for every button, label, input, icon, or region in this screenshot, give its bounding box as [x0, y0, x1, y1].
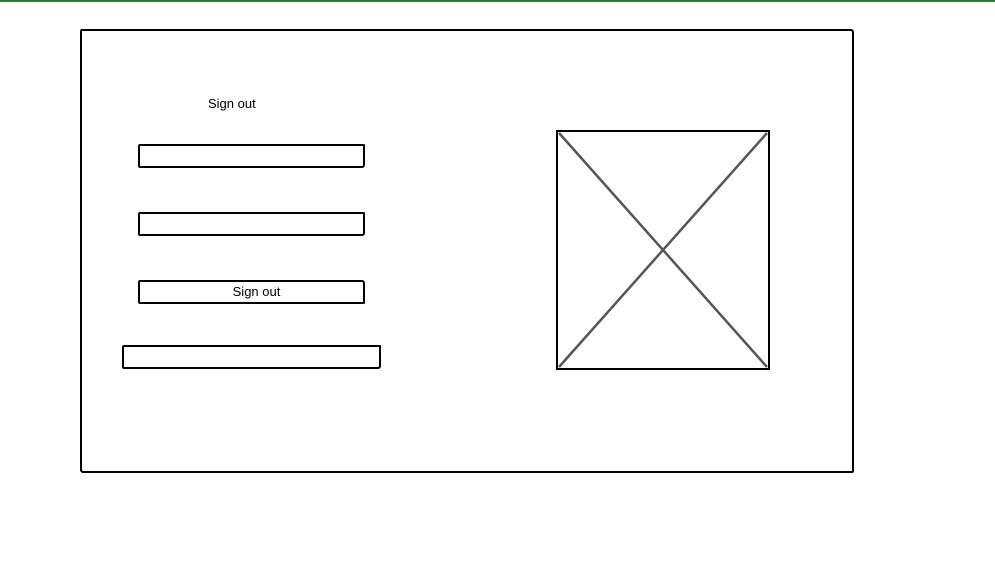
form-field-2[interactable]	[138, 212, 365, 236]
sign-out-button[interactable]: Sign out	[138, 280, 365, 304]
form-field-3[interactable]	[122, 345, 381, 369]
page: Sign out Sign out	[0, 0, 995, 577]
page-title: Sign out	[208, 96, 256, 111]
form-field-1[interactable]	[138, 144, 365, 168]
image-placeholder-icon	[556, 130, 770, 370]
top-accent-bar	[0, 0, 995, 2]
